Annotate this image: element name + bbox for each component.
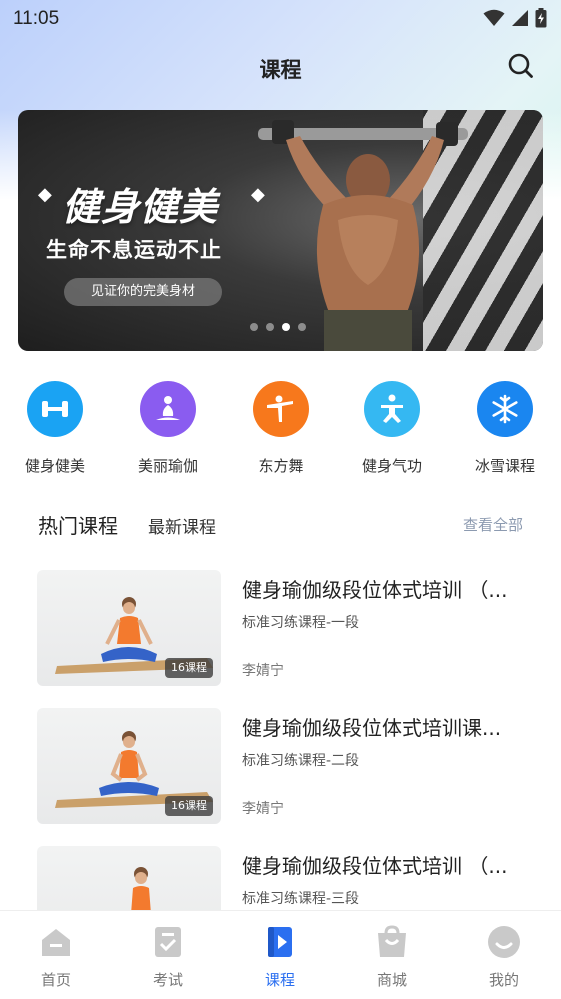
dance-icon xyxy=(267,395,293,422)
status-time: 11:05 xyxy=(13,8,60,29)
lesson-count-badge: 16课程 xyxy=(165,796,213,816)
category-icon-circle xyxy=(477,381,533,437)
bottom-navigation: 首页 考试 课程 商城 我的 xyxy=(0,910,561,999)
course-subtitle: 标准习练课程-三段 xyxy=(242,891,360,907)
tab-hot-courses[interactable]: 热门课程 xyxy=(38,510,118,539)
nav-courses[interactable]: 课程 xyxy=(235,925,325,990)
category-yoga[interactable]: 美丽瑜伽 xyxy=(123,378,213,476)
nav-label: 我的 xyxy=(488,971,519,989)
banner-deco-right: ◆ xyxy=(251,184,265,205)
course-teacher: 李婧宁 xyxy=(242,801,284,817)
course-list-item[interactable]: 16课程 健身瑜伽级段位体式培训 （... 标准习练课程-一段 李婧宁 xyxy=(37,570,537,686)
course-thumbnail: 16课程 xyxy=(37,708,221,824)
yoga-icon xyxy=(156,396,180,420)
category-icon-circle xyxy=(27,381,83,437)
app-header: 课程 xyxy=(0,44,561,90)
nav-label: 考试 xyxy=(152,971,183,989)
battery-icon xyxy=(535,8,547,28)
course-section-tabs: 热门课程 最新课程 查看全部 xyxy=(38,510,528,540)
status-bar: 11:05 xyxy=(0,0,561,40)
nav-label: 首页 xyxy=(40,971,71,989)
shop-bag-icon xyxy=(378,925,406,957)
dumbbell-icon xyxy=(42,401,68,417)
banner-dot[interactable] xyxy=(266,323,274,331)
category-label: 健身气功 xyxy=(361,457,422,475)
category-label: 健身健美 xyxy=(24,457,85,475)
course-subtitle: 标准习练课程-二段 xyxy=(242,753,360,769)
search-icon xyxy=(508,53,533,78)
course-thumbnail: 16课程 xyxy=(37,570,221,686)
cellular-signal-icon xyxy=(512,10,528,26)
home-icon xyxy=(42,929,70,956)
category-icon-circle xyxy=(364,381,420,437)
course-subtitle: 标准习练课程-一段 xyxy=(242,615,360,631)
exam-icon xyxy=(155,927,181,957)
snowflake-icon xyxy=(492,394,518,424)
lesson-count-badge: 16课程 xyxy=(165,658,213,678)
course-teacher: 李婧宁 xyxy=(242,663,284,679)
page-title: 课程 xyxy=(259,58,302,82)
view-all-link[interactable]: 查看全部 xyxy=(463,514,523,535)
banner-dot-active[interactable] xyxy=(282,323,290,331)
category-label: 冰雪课程 xyxy=(474,457,535,475)
nav-home[interactable]: 首页 xyxy=(11,925,101,990)
profile-icon xyxy=(488,926,520,958)
category-label: 美丽瑜伽 xyxy=(137,457,198,475)
wifi-icon xyxy=(483,9,505,26)
banner-pagination xyxy=(250,323,306,331)
category-qigong[interactable]: 健身气功 xyxy=(347,378,437,476)
category-icon-circle xyxy=(253,381,309,437)
category-label: 东方舞 xyxy=(258,457,304,475)
nav-profile[interactable]: 我的 xyxy=(459,925,549,990)
category-dance[interactable]: 东方舞 xyxy=(236,378,326,476)
search-button[interactable] xyxy=(507,52,535,80)
course-title: 健身瑜伽级段位体式培训课... xyxy=(242,716,502,740)
nav-label: 商城 xyxy=(376,971,407,989)
category-row: 健身健美 美丽瑜伽 东方舞 健身气功 冰雪课程 xyxy=(0,378,561,488)
banner-headline: 健身健美 xyxy=(62,185,219,229)
banner-deco-left: ◆ xyxy=(38,184,52,205)
course-title: 健身瑜伽级段位体式培训 （... xyxy=(242,578,508,602)
banner-slogan: 生命不息运动不止 xyxy=(46,238,222,262)
banner-dot[interactable] xyxy=(250,323,258,331)
category-icon-circle xyxy=(140,381,196,437)
course-icon xyxy=(268,927,292,957)
banner-dot[interactable] xyxy=(298,323,306,331)
qigong-icon xyxy=(381,394,403,423)
nav-exam[interactable]: 考试 xyxy=(123,925,213,990)
promo-banner[interactable]: ◆ 健身健美 ◆ 生命不息运动不止 见证你的完美身材 xyxy=(18,110,543,351)
category-fitness[interactable]: 健身健美 xyxy=(10,378,100,476)
nav-shop[interactable]: 商城 xyxy=(347,925,437,990)
tab-new-courses[interactable]: 最新课程 xyxy=(148,513,216,538)
status-icons xyxy=(483,8,547,28)
category-snow-sports[interactable]: 冰雪课程 xyxy=(460,378,550,476)
banner-athlete-image xyxy=(258,120,468,351)
course-list-item[interactable]: 16课程 健身瑜伽级段位体式培训课... 标准习练课程-二段 李婧宁 xyxy=(37,708,537,824)
banner-cta-pill[interactable]: 见证你的完美身材 xyxy=(64,278,222,306)
course-title: 健身瑜伽级段位体式培训 （... xyxy=(242,854,508,878)
nav-label: 课程 xyxy=(264,971,295,989)
